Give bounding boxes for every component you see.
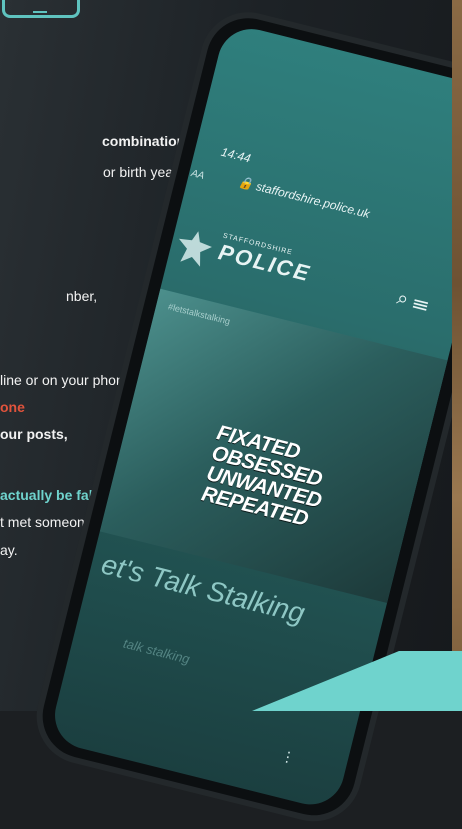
body-text-line: one [0,399,25,415]
more-options-icon[interactable]: ⋮ [279,747,296,767]
url-text: staffordshire.police.uk [254,179,372,221]
text-size-button[interactable]: AA [190,168,206,182]
police-crest-icon [174,227,215,268]
sub-headline: talk stalking [121,635,192,667]
search-icon[interactable]: ⌕ [395,287,411,311]
cork-edge [452,0,462,711]
nav-icons: ⌕ ☰ [394,287,431,317]
laptop-icon [2,0,80,18]
site-logo[interactable]: STAFFORDSHIRE POLICE [216,232,315,287]
menu-icon[interactable]: ☰ [411,291,431,316]
address-bar[interactable]: 🔒 staffordshire.police.uk [237,175,371,221]
status-time: 14:44 [219,144,253,166]
